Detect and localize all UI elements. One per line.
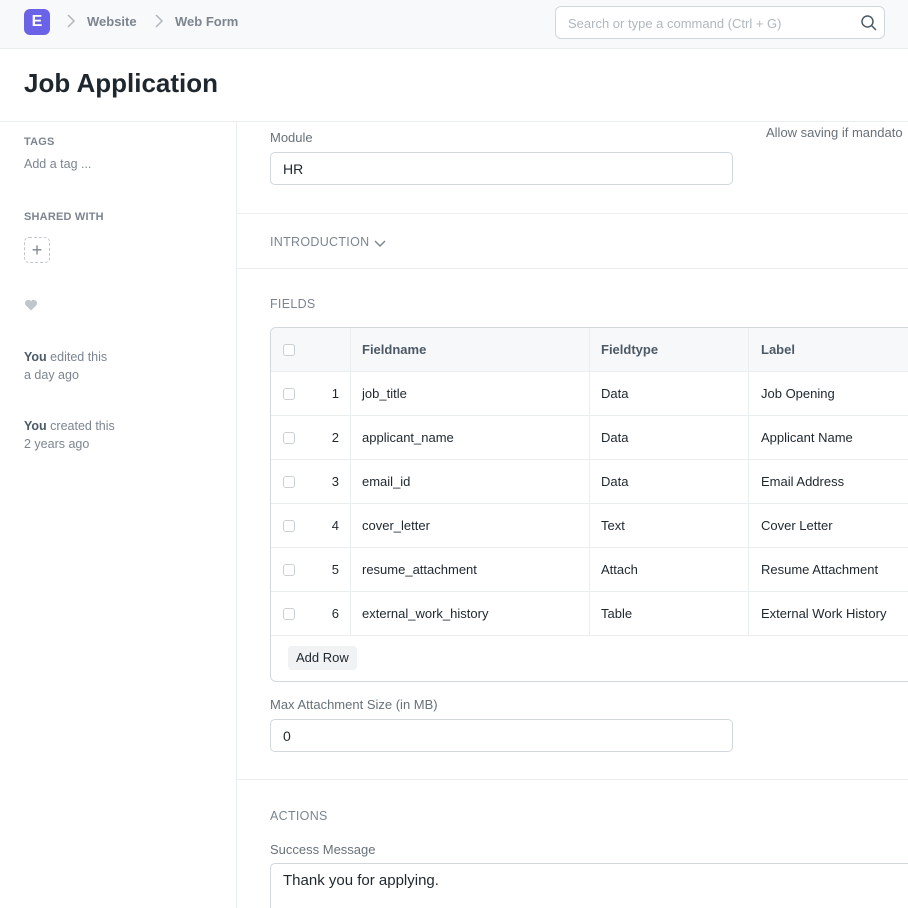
row-checkbox[interactable] (283, 432, 295, 444)
shared-with-label: SHARED WITH (24, 211, 104, 223)
navbar: E Website Web Form Search or type a comm… (0, 0, 908, 49)
row-index: 2 (331, 430, 339, 445)
row-checkbox[interactable] (283, 564, 295, 576)
activity-time: a day ago (24, 368, 79, 382)
search-placeholder: Search or type a command (Ctrl + G) (568, 16, 782, 31)
activity-created: You created this 2 years ago (24, 417, 115, 453)
column-divider (350, 328, 351, 636)
row-index: 4 (331, 518, 339, 533)
heart-icon[interactable] (24, 298, 38, 312)
row-checkbox[interactable] (283, 388, 295, 400)
activity-action: edited this (46, 350, 108, 364)
cell-fieldtype[interactable]: Text (601, 504, 625, 548)
tags-label: TAGS (24, 136, 55, 148)
cell-fieldname[interactable]: resume_attachment (362, 548, 477, 592)
add-share-button[interactable]: + (24, 237, 50, 263)
cell-label[interactable]: Resume Attachment (761, 548, 878, 592)
cell-label[interactable]: Cover Letter (761, 504, 833, 548)
cell-label[interactable]: External Work History (761, 592, 886, 636)
success-message-label: Success Message (270, 842, 376, 857)
breadcrumb-web-form[interactable]: Web Form (175, 14, 238, 29)
cell-fieldtype[interactable]: Attach (601, 548, 638, 592)
section-divider (237, 268, 908, 269)
row-index: 6 (331, 606, 339, 621)
cell-fieldtype[interactable]: Data (601, 372, 628, 416)
activity-actor: You (24, 350, 47, 364)
cell-fieldname[interactable]: external_work_history (362, 592, 488, 636)
column-divider (589, 328, 590, 636)
add-row-button[interactable]: Add Row (288, 646, 357, 670)
cell-fieldtype[interactable]: Data (601, 460, 628, 504)
activity-action: created this (46, 419, 115, 433)
column-header-label[interactable]: Label (761, 328, 795, 372)
cell-fieldtype[interactable]: Table (601, 592, 632, 636)
app-logo[interactable]: E (24, 9, 50, 35)
divider (0, 121, 908, 122)
row-index: 3 (331, 474, 339, 489)
row-checkbox[interactable] (283, 520, 295, 532)
max-attachment-field[interactable]: 0 (270, 719, 733, 752)
activity-edited: You edited this a day ago (24, 348, 107, 384)
max-attachment-label: Max Attachment Size (in MB) (270, 697, 438, 712)
introduction-section-toggle[interactable]: INTRODUCTION (270, 235, 369, 249)
row-index: 1 (331, 386, 339, 401)
section-divider (237, 213, 908, 214)
sidebar-divider (236, 122, 237, 908)
section-divider (237, 779, 908, 780)
cell-fieldname[interactable]: cover_letter (362, 504, 430, 548)
activity-time: 2 years ago (24, 437, 90, 451)
chevron-down-icon[interactable] (374, 236, 386, 247)
cell-label[interactable]: Email Address (761, 460, 844, 504)
row-index: 5 (331, 562, 339, 577)
module-label: Module (270, 130, 313, 145)
module-field[interactable]: HR (270, 152, 733, 185)
breadcrumb-website[interactable]: Website (87, 14, 137, 29)
actions-section-heading: ACTIONS (270, 809, 328, 823)
fields-section-heading: FIELDS (270, 297, 316, 311)
cell-fieldname[interactable]: applicant_name (362, 416, 454, 460)
chevron-right-icon (152, 13, 166, 29)
cell-label[interactable]: Applicant Name (761, 416, 853, 460)
search-icon[interactable] (860, 14, 878, 32)
cell-fieldname[interactable]: email_id (362, 460, 410, 504)
chevron-right-icon (64, 13, 78, 29)
row-checkbox[interactable] (283, 608, 295, 620)
cell-fieldtype[interactable]: Data (601, 416, 628, 460)
select-all-checkbox[interactable] (283, 344, 295, 356)
activity-actor: You (24, 419, 47, 433)
column-divider (748, 328, 749, 636)
row-checkbox[interactable] (283, 476, 295, 488)
search-input[interactable]: Search or type a command (Ctrl + G) (555, 6, 885, 39)
cell-fieldname[interactable]: job_title (362, 372, 407, 416)
cell-label[interactable]: Job Opening (761, 372, 835, 416)
page-title: Job Application (24, 68, 219, 98)
success-message-field[interactable]: Thank you for applying. (270, 863, 908, 908)
fields-table: Fieldname Fieldtype Label 1 job_title Da… (270, 327, 908, 682)
column-header-fieldtype[interactable]: Fieldtype (601, 328, 658, 372)
column-header-fieldname[interactable]: Fieldname (362, 328, 426, 372)
add-tag-link[interactable]: Add a tag ... (24, 157, 91, 171)
allow-saving-checkbox-label[interactable]: Allow saving if mandato (766, 125, 903, 140)
